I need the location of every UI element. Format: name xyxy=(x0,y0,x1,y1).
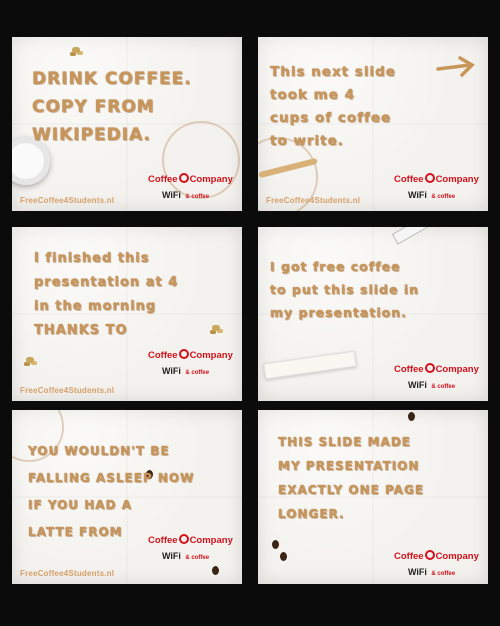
napkin-panel-2: This next slide took me 4 cups of coffee… xyxy=(258,37,488,211)
footer-url: FreeCoffee4Students.nl xyxy=(20,196,115,205)
coffee-company-logo: Coffee Company WiFi & coffee xyxy=(148,349,233,376)
coffee-company-logo: Coffee Company WiFi & coffee xyxy=(394,363,479,390)
swirl-icon xyxy=(424,550,435,560)
arrow-icon xyxy=(436,56,475,77)
napkin-message: I finished this presentation at 4 in the… xyxy=(34,251,179,338)
footer-url: FreeCoffee4Students.nl xyxy=(266,196,361,205)
footer-url: FreeCoffee4Students.nl xyxy=(20,569,115,578)
swirl-icon xyxy=(178,349,189,359)
coffee-bean xyxy=(212,566,219,575)
pen-tip xyxy=(391,227,435,245)
napkin-message: DRINK COFFEE. COPY FROM WIKIPEDIA. xyxy=(32,69,192,145)
napkin-panel-1: DRINK COFFEE. COPY FROM WIKIPEDIA. Coffe… xyxy=(12,37,242,211)
napkin-message: I got free coffee to put this slide in m… xyxy=(270,259,420,320)
cookie-crumb xyxy=(26,357,34,363)
ad-grid: DRINK COFFEE. COPY FROM WIKIPEDIA. Coffe… xyxy=(0,0,500,626)
coffee-bean xyxy=(280,552,287,561)
napkin-panel-5: YOU WOULDN'T BE FALLING ASLEEP NOW IF YO… xyxy=(12,410,242,584)
coffee-company-logo: Coffee Company WiFi & coffee xyxy=(394,173,479,200)
coffee-company-logo: Coffee Company WiFi & coffee xyxy=(148,534,233,561)
coffee-company-logo: Coffee Company WiFi & coffee xyxy=(394,550,479,577)
cookie-crumb xyxy=(72,47,80,53)
napkin-message: THIS SLIDE MADE MY PRESENTATION EXACTLY … xyxy=(278,435,425,521)
napkin-panel-4: I got free coffee to put this slide in m… xyxy=(258,227,488,401)
footer-url: FreeCoffee4Students.nl xyxy=(20,386,115,395)
coffee-company-logo: Coffee Company WiFi & coffee xyxy=(148,173,233,200)
sugar-stick xyxy=(263,350,357,380)
napkin-panel-3: I finished this presentation at 4 in the… xyxy=(12,227,242,401)
coffee-bean xyxy=(272,540,279,549)
napkin-panel-6: THIS SLIDE MADE MY PRESENTATION EXACTLY … xyxy=(258,410,488,584)
coffee-bean xyxy=(408,412,415,421)
swirl-icon xyxy=(424,173,435,183)
napkin-message: YOU WOULDN'T BE FALLING ASLEEP NOW IF YO… xyxy=(28,444,195,539)
swirl-icon xyxy=(178,173,189,183)
swirl-icon xyxy=(424,363,435,373)
swirl-icon xyxy=(178,534,189,544)
